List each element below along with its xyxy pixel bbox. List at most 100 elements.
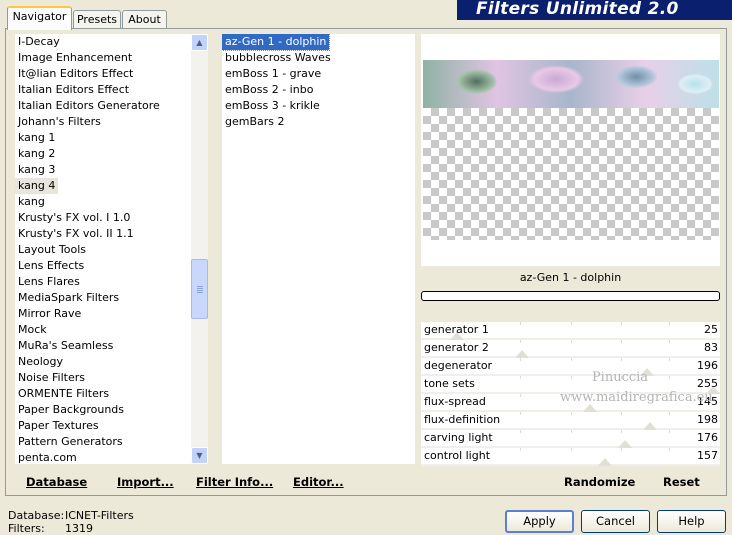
category-item[interactable]: kang [15,194,48,210]
slider-tick [669,358,670,361]
database-button[interactable]: Database [26,474,87,490]
filter-list[interactable]: az-Gen 1 - dolphin bubblecross Waves emBos… [222,34,415,464]
slider-tick [669,412,670,415]
category-item[interactable]: Italian Editors Generatore [15,98,163,114]
parameter-row[interactable]: flux-spread 145 [421,394,720,412]
slider-thumb[interactable] [583,404,597,412]
parameter-label: carving light [424,431,493,444]
filter-item[interactable]: emBoss 2 - inbo [222,82,316,98]
category-item[interactable]: Paper Textures [15,418,102,434]
category-item[interactable]: Krusty's FX vol. II 1.1 [15,226,137,242]
parameter-row[interactable]: flux-definition 198 [421,412,720,430]
filter-item[interactable]: gemBars 2 [222,114,288,130]
category-item[interactable]: Image Enhancement [15,50,135,66]
category-item[interactable]: Layout Tools [15,242,89,258]
parameter-value: 157 [697,449,718,462]
slider-tick [621,376,622,379]
category-item[interactable]: Krusty's FX vol. I 1.0 [15,210,133,226]
transparency-checkerboard [423,108,719,240]
parameter-row[interactable]: carving light 176 [421,430,720,448]
category-item[interactable]: Neology [15,354,66,370]
database-info-value: ICNET-Filters [65,509,134,522]
category-item[interactable]: Johann's Filters [15,114,104,130]
slider-tick [621,394,622,397]
import-button[interactable]: Import... [117,474,174,490]
category-item[interactable]: It@lian Editors Effect [15,66,136,82]
slider-thumb[interactable] [598,458,612,466]
category-item[interactable]: kang 2 [15,146,58,162]
editor-label: Editor... [293,475,344,489]
parameter-label: tone sets [424,377,475,390]
cancel-button[interactable]: Cancel [581,510,650,533]
slider-track[interactable] [421,464,720,466]
slider-tick [621,430,622,433]
scroll-down-button[interactable]: ▼ [191,447,208,464]
category-item[interactable]: kang 4 [15,178,59,194]
slider-tick [669,340,670,343]
category-item[interactable]: Lens Flares [15,274,83,290]
tab-about[interactable]: About [122,10,167,29]
category-item[interactable]: Lens Effects [15,258,87,274]
filter-item[interactable]: emBoss 1 - grave [222,66,324,82]
category-item[interactable]: Mock [15,322,50,338]
filter-item[interactable]: az-Gen 1 - dolphin [222,34,331,51]
slider-tick [571,340,572,343]
filter-info-button[interactable]: Filter Info... [196,474,273,490]
filter-item[interactable]: emBoss 3 - krikle [222,98,323,114]
parameter-label: flux-spread [424,395,486,408]
randomize-label: Randomize [564,475,636,489]
parameter-value: 198 [697,413,718,426]
parameter-row[interactable]: control light 157 [421,448,720,466]
parameter-label: degenerator [424,359,493,372]
slider-tick [520,448,521,451]
reset-label: Reset [663,475,700,489]
category-item[interactable]: Italian Editors Effect [15,82,132,98]
filter-item[interactable]: bubblecross Waves [222,50,334,66]
slider-tick [669,376,670,379]
parameter-row[interactable]: tone sets 255 [421,376,720,394]
database-info-label: Database: [8,509,65,522]
category-item[interactable]: kang 1 [15,130,58,146]
slider-tick [520,412,521,415]
category-item[interactable]: Pattern Generators [15,434,126,450]
filters-count-value: 1319 [65,522,93,535]
category-item[interactable]: Paper Backgrounds [15,402,127,418]
slider-tick [621,358,622,361]
scroll-thumb[interactable] [191,259,208,320]
category-item[interactable]: Noise Filters [15,370,88,386]
import-label: Import... [117,475,174,489]
slider-tick [520,430,521,433]
slider-thumb[interactable] [618,440,632,448]
slider-thumb[interactable] [640,368,654,376]
category-item[interactable]: MediaSpark Filters [15,290,122,306]
progress-bar [421,291,720,301]
editor-button[interactable]: Editor... [293,474,344,490]
help-button[interactable]: Help [657,510,726,533]
category-item[interactable]: ORMENTE Filters [15,386,112,402]
app-title: Filters Unlimited 2.0 [476,0,679,19]
slider-tick [520,358,521,361]
scroll-up-button[interactable]: ▲ [191,34,208,51]
tab-presets[interactable]: Presets [73,10,121,29]
slider-thumb[interactable] [643,422,657,430]
parameter-row[interactable]: degenerator 196 [421,358,720,376]
parameter-row[interactable]: generator 2 83 [421,340,720,358]
slider-thumb[interactable] [515,350,529,358]
randomize-button[interactable]: Randomize [564,474,635,490]
category-scrollbar[interactable]: ▲ ▼ [191,34,208,464]
category-item[interactable]: MuRa's Seamless [15,338,116,354]
parameter-row[interactable]: generator 1 25 [421,322,720,340]
category-item[interactable]: kang 3 [15,162,58,178]
category-item[interactable]: I-Decay [15,34,63,50]
category-item[interactable]: Mirror Rave [15,306,84,322]
reset-button[interactable]: Reset [663,474,700,490]
tab-navigator[interactable]: Navigator [7,6,72,30]
slider-tick [621,340,622,343]
database-label: Database [26,475,88,489]
category-list[interactable]: I-Decay Image Enhancement It@lian Editors … [15,34,191,464]
slider-tick [520,322,521,325]
category-item[interactable]: penta.com [15,450,80,464]
slider-tick [669,394,670,397]
apply-button[interactable]: Apply [505,510,574,533]
parameter-label: generator 1 [424,323,489,336]
